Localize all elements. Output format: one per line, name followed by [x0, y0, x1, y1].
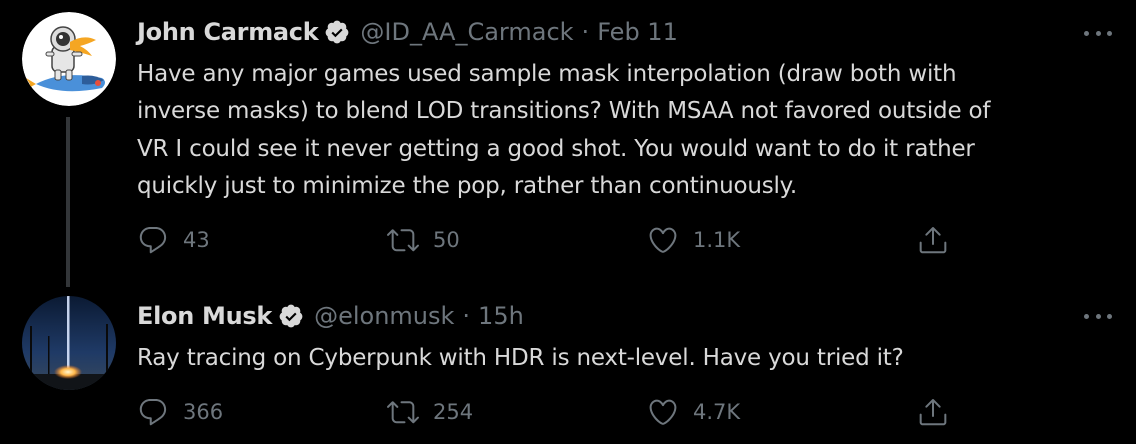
thread-connector-line — [66, 117, 70, 287]
tweet-timestamp[interactable]: Feb 11 — [597, 14, 678, 50]
like-button[interactable]: 4.7K — [647, 392, 740, 432]
retweet-icon — [387, 401, 419, 424]
reply-count: 43 — [183, 228, 210, 252]
tweet-text: Have any major games used sample mask in… — [137, 61, 991, 199]
reply-count: 366 — [183, 400, 224, 424]
avatar[interactable] — [22, 296, 116, 390]
header-separator: · — [462, 302, 471, 330]
reply-button[interactable]: 366 — [137, 392, 223, 432]
tweet-1[interactable]: John Carmack @ID_AA_Carmack · Feb 11 Hav… — [0, 0, 1136, 287]
reply-button[interactable]: 43 — [137, 220, 210, 260]
retweet-count: 254 — [433, 400, 474, 424]
display-name[interactable]: Elon Musk — [137, 298, 272, 334]
tweet-timestamp[interactable]: 15h — [478, 298, 524, 334]
rocket-launch-photo-avatar-icon — [22, 296, 116, 390]
tweet-text: Ray tracing on Cyberpunk with HDR is nex… — [137, 345, 904, 371]
like-count: 4.7K — [693, 400, 741, 424]
like-button[interactable]: 1.1K — [647, 220, 740, 260]
reply-icon — [139, 226, 167, 254]
reply-icon — [139, 398, 167, 426]
display-name[interactable]: John Carmack — [137, 14, 319, 50]
avatar[interactable] — [22, 12, 116, 106]
cartoon-astronaut-rocket-avatar-icon — [22, 12, 116, 106]
header-separator: · — [581, 18, 590, 46]
more-options-icon[interactable] — [1084, 28, 1112, 38]
tweet-header: Elon Musk @elonmusk · 15h — [137, 298, 524, 334]
tweet-actions: 43 50 1.1K — [137, 220, 957, 260]
user-handle[interactable]: @ID_AA_Carmack — [360, 14, 573, 50]
tweet-header: John Carmack @ID_AA_Carmack · Feb 11 — [137, 14, 678, 50]
retweet-icon — [387, 229, 419, 252]
retweet-button[interactable]: 254 — [387, 392, 473, 432]
verified-badge-icon — [278, 303, 304, 329]
retweet-button[interactable]: 50 — [387, 220, 460, 260]
share-button[interactable] — [917, 220, 949, 260]
like-icon — [649, 399, 677, 425]
more-options-icon[interactable] — [1084, 311, 1112, 321]
like-icon — [649, 227, 677, 253]
share-button[interactable] — [917, 392, 949, 432]
verified-badge-icon — [324, 19, 350, 45]
share-icon — [919, 227, 947, 254]
share-icon — [919, 399, 947, 426]
retweet-count: 50 — [433, 228, 460, 252]
user-handle[interactable]: @elonmusk — [314, 298, 454, 334]
tweet-actions: 366 254 4.7K — [137, 392, 957, 432]
like-count: 1.1K — [693, 228, 741, 252]
tweet-2[interactable]: Elon Musk @elonmusk · 15h Ray tracing on… — [0, 280, 1136, 444]
